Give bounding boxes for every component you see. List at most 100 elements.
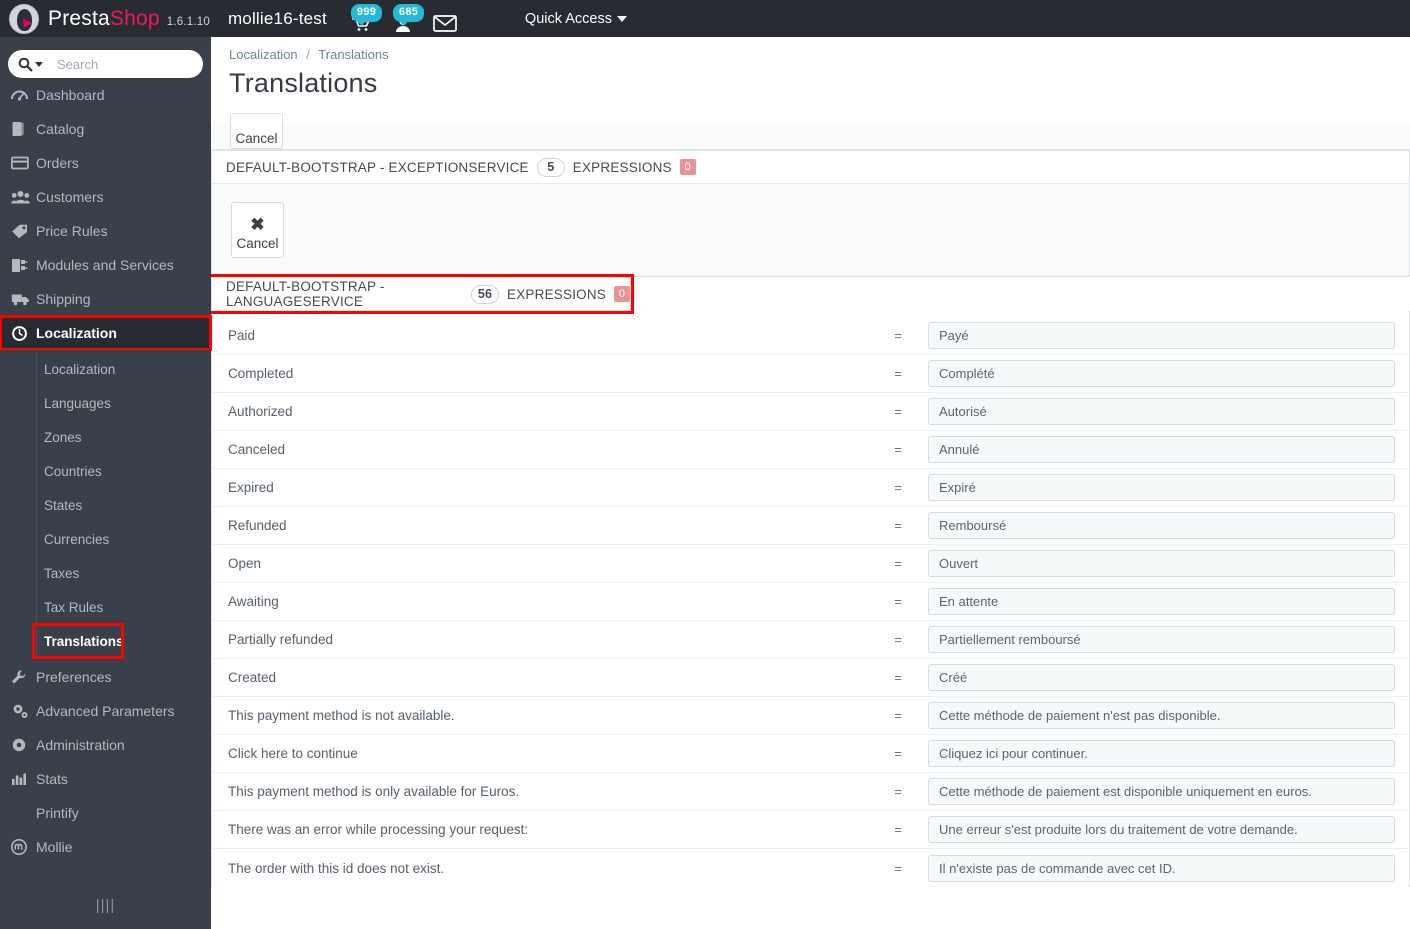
cart-badge-count: 999 — [350, 3, 383, 26]
translation-value-input[interactable] — [928, 398, 1395, 425]
translation-value-input[interactable] — [928, 854, 1395, 882]
sidebar-search-wrapper — [0, 37, 211, 78]
cancel-button-exceptionservice[interactable]: ✖ Cancel — [231, 202, 284, 258]
table-row: Partially refunded = — [212, 621, 1409, 659]
breadcrumb-parent[interactable]: Localization — [229, 47, 298, 62]
sidebar-subitem-localization[interactable]: Localization — [0, 352, 211, 386]
equals-separator: = — [894, 404, 902, 419]
sidebar-subitem-tax-rules[interactable]: Tax Rules — [0, 590, 211, 624]
translation-value-input[interactable] — [928, 322, 1395, 349]
price-rules-icon — [11, 224, 36, 239]
equals-separator: = — [894, 594, 902, 609]
translation-value-input[interactable] — [928, 664, 1395, 691]
sidebar-item-catalog[interactable]: Catalog — [0, 112, 211, 146]
quick-access-label: Quick Access — [524, 10, 612, 27]
panel-header-exceptionservice[interactable]: DEFAULT-BOOTSTRAP - EXCEPTIONSERVICE 5 E… — [211, 150, 1410, 184]
version-label: 1.6.1.10 — [166, 15, 210, 28]
sidebar-item-price-rules[interactable]: Price Rules — [0, 214, 211, 248]
cancel-button-top[interactable]: Cancel — [230, 113, 283, 149]
sidebar-subitem-currencies[interactable]: Currencies — [0, 522, 211, 556]
sidebar-subitem-taxes[interactable]: Taxes — [0, 556, 211, 590]
sidebar-item-preferences[interactable]: Preferences — [0, 660, 211, 694]
translation-value-input[interactable] — [928, 702, 1395, 729]
messages-notification[interactable] — [433, 6, 457, 32]
translation-value-input[interactable] — [928, 626, 1395, 653]
sidebar-label-customers: Customers — [36, 189, 104, 205]
translation-value-input[interactable] — [928, 360, 1395, 387]
prestashop-bird-icon — [9, 3, 39, 34]
sidebar-subitem-countries[interactable]: Countries — [0, 454, 211, 488]
customers-notification[interactable]: 685 — [391, 3, 425, 32]
translation-key: Click here to continue — [228, 746, 358, 761]
cogs-icon — [11, 703, 36, 719]
search-box[interactable] — [8, 50, 203, 78]
panel-header-languageservice[interactable]: DEFAULT-BOOTSTRAP - LANGUAGESERVICE 56 E… — [211, 274, 634, 314]
modules-icon — [11, 258, 36, 273]
prestashop-logo[interactable] — [4, 0, 44, 37]
translation-value-input[interactable] — [928, 474, 1395, 501]
table-row: There was an error while processing your… — [212, 811, 1409, 849]
stats-bar-chart-icon — [11, 772, 36, 786]
sidebar-item-orders[interactable]: Orders — [0, 146, 211, 180]
translation-key: Paid — [228, 328, 256, 343]
sidebar-item-printify[interactable]: Printify — [0, 796, 211, 830]
equals-separator: = — [894, 480, 902, 495]
sidebar-label-price-rules: Price Rules — [36, 223, 108, 239]
envelope-icon — [433, 14, 457, 32]
cart-notification[interactable]: 999 — [349, 3, 383, 32]
sidebar-item-administration[interactable]: Administration — [0, 728, 211, 762]
translation-value-input[interactable] — [928, 778, 1395, 805]
translation-value-input[interactable] — [928, 740, 1395, 767]
panel-count-exceptionservice: 5 — [536, 157, 565, 177]
equals-separator: = — [894, 784, 902, 799]
translation-value-input[interactable] — [928, 816, 1395, 843]
translation-key: Canceled — [228, 442, 286, 457]
sidebar-sublabel-states: States — [44, 497, 83, 513]
notification-group: 999 685 — [349, 3, 457, 32]
sidebar-label-advanced-parameters: Advanced Parameters — [36, 703, 175, 719]
sidebar-item-mollie[interactable]: Mollie — [0, 830, 211, 864]
translation-key: Partially refunded — [228, 632, 334, 647]
translation-key: Open — [228, 556, 262, 571]
sidebar-item-dashboard[interactable]: Dashboard — [0, 78, 211, 112]
sidebar-collapse-handle[interactable]: |||| — [0, 897, 211, 914]
sidebar-submenu-localization: Localization Languages Zones Countries S… — [0, 350, 211, 660]
sidebar-subitem-languages[interactable]: Languages — [0, 386, 211, 420]
sidebar-sublabel-localization: Localization — [44, 361, 116, 377]
sidebar-item-localization[interactable]: Localization — [0, 315, 212, 351]
panel-body-exceptionservice: ✖ Cancel — [211, 184, 1410, 277]
catalog-icon — [11, 121, 36, 137]
equals-separator: = — [894, 822, 902, 837]
search-icon[interactable] — [18, 57, 43, 72]
sidebar-subitem-translations[interactable]: Translations — [32, 623, 124, 659]
translation-key: The order with this id does not exist. — [228, 860, 445, 876]
table-row: The order with this id does not exist. = — [212, 849, 1409, 887]
panel-count-languageservice: 56 — [471, 284, 500, 304]
sidebar-label-localization: Localization — [36, 325, 117, 341]
table-row: Created = — [212, 659, 1409, 697]
sidebar-label-dashboard: Dashboard — [36, 87, 105, 103]
quick-access-dropdown[interactable]: Quick Access — [525, 11, 627, 27]
sidebar-item-modules-and-services[interactable]: Modules and Services — [0, 248, 211, 282]
panel-title-languageservice: DEFAULT-BOOTSTRAP - LANGUAGESERVICE — [226, 279, 385, 309]
translation-value-input[interactable] — [928, 436, 1395, 463]
shop-name-link[interactable]: mollie16-test — [228, 9, 327, 29]
sidebar-item-shipping[interactable]: Shipping — [0, 282, 211, 316]
sidebar-subitem-zones[interactable]: Zones — [0, 420, 211, 454]
brand-presta-text: Presta — [48, 6, 110, 30]
equals-separator: = — [894, 556, 902, 571]
chevron-down-icon — [616, 15, 627, 22]
translation-value-input[interactable] — [928, 512, 1395, 539]
equals-separator: = — [894, 518, 902, 533]
translation-key: Expired — [228, 480, 274, 495]
breadcrumb-current: Translations — [318, 47, 389, 62]
sidebar-label-modules: Modules and Services — [36, 257, 174, 273]
sidebar-subitem-states[interactable]: States — [0, 488, 211, 522]
sidebar-item-customers[interactable]: Customers — [0, 180, 211, 214]
brand-title: Presta Shop 1.6.1.10 — [48, 7, 210, 31]
translation-value-input[interactable] — [928, 588, 1395, 615]
sidebar-item-stats[interactable]: Stats — [0, 762, 211, 796]
translation-value-input[interactable] — [928, 550, 1395, 577]
sidebar-item-advanced-parameters[interactable]: Advanced Parameters — [0, 694, 211, 728]
search-input[interactable] — [55, 55, 195, 73]
